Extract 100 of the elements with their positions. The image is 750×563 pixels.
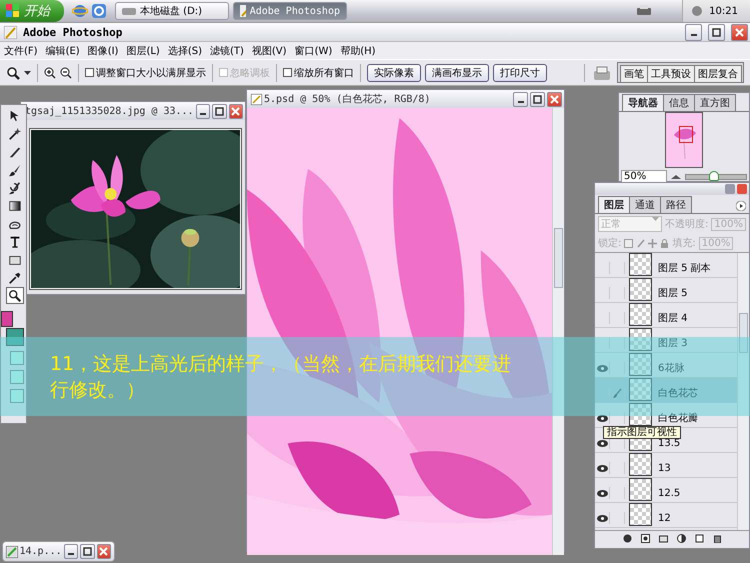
menu-item[interactable]: 图层(L) xyxy=(126,44,160,58)
brush-icon xyxy=(612,388,622,398)
layer-thumbnail xyxy=(629,503,652,526)
printer-icon[interactable] xyxy=(636,5,652,17)
slider-thumb[interactable] xyxy=(709,170,719,180)
taskbar-button[interactable]: Adobe Photoshop xyxy=(233,2,347,20)
layer-row[interactable]: 13 xyxy=(595,453,737,478)
layer-thumbnail xyxy=(629,453,652,476)
browser-icon[interactable] xyxy=(72,3,88,19)
layer-row[interactable]: 图层 4 xyxy=(595,303,737,328)
menu-item[interactable]: 帮助(H) xyxy=(340,44,376,58)
minimize-icon xyxy=(690,34,696,36)
minimize-button[interactable] xyxy=(513,92,528,106)
eye-icon[interactable] xyxy=(596,414,608,422)
eye-icon[interactable] xyxy=(596,464,608,472)
panel-menu-icon[interactable] xyxy=(736,201,746,211)
eyedropper-tool-icon xyxy=(8,270,22,284)
option-button[interactable]: 实际像素 xyxy=(367,64,421,82)
layer-name: 白色花瓣 xyxy=(658,413,698,424)
file-browser-icon[interactable] xyxy=(593,64,611,80)
adjustment-icon[interactable] xyxy=(676,534,686,542)
minimize-button[interactable] xyxy=(685,24,702,40)
menu-item[interactable]: 滤镜(T) xyxy=(210,44,244,58)
speaker-icon[interactable] xyxy=(691,5,704,17)
layer-thumbnail xyxy=(629,303,652,326)
new-layer-icon[interactable] xyxy=(694,534,704,542)
zoom-in-icon[interactable] xyxy=(44,66,56,78)
type-tool-icon xyxy=(8,234,22,248)
menu-item[interactable]: 编辑(E) xyxy=(46,44,80,58)
scrollbar[interactable] xyxy=(552,108,564,556)
restore-button[interactable] xyxy=(708,24,725,40)
layer-row[interactable]: 图层 5 副本 xyxy=(595,253,737,278)
palette-tab[interactable]: 图层复合 xyxy=(694,65,742,82)
close-button[interactable] xyxy=(731,24,748,40)
checkbox[interactable]: 缩放所有窗口 xyxy=(283,66,354,80)
drive-icon xyxy=(122,6,136,16)
menu-item[interactable]: 图像(I) xyxy=(88,44,118,58)
caption-text: 11，这是上高光后的样子，（当然，在后期我们还要进行修改。） xyxy=(50,352,512,402)
zoom-field[interactable]: 50% xyxy=(621,170,667,183)
close-button[interactable] xyxy=(96,544,112,559)
panel-tab[interactable]: 路径 xyxy=(660,196,692,213)
option-button[interactable]: 满画布显示 xyxy=(425,64,489,82)
caret-icon[interactable] xyxy=(24,70,31,74)
layer-row[interactable]: 图层 3 xyxy=(595,328,737,353)
eye-icon[interactable] xyxy=(596,440,608,446)
palette-tab[interactable]: 工具预设 xyxy=(647,65,695,82)
restore-button[interactable] xyxy=(212,104,227,118)
checkbox[interactable]: 调整窗口大小以满屏显示 xyxy=(85,66,206,80)
panel-tab[interactable]: 直方图 xyxy=(694,94,736,111)
close-button[interactable] xyxy=(547,92,562,106)
eye-icon[interactable] xyxy=(596,514,608,522)
restore-icon xyxy=(533,94,542,104)
restore-button[interactable] xyxy=(80,544,95,559)
layer-style-icon[interactable] xyxy=(622,534,632,542)
layer-name: 12 xyxy=(658,513,671,524)
gradient-tool-icon xyxy=(8,198,22,212)
lock-label: 锁定: xyxy=(598,236,622,250)
wand-tool-icon xyxy=(8,126,22,140)
menu-item[interactable]: 文件(F) xyxy=(4,44,38,58)
close-icon xyxy=(99,547,108,556)
restore-icon xyxy=(214,106,224,116)
panel-tab[interactable]: 图层 xyxy=(598,196,630,213)
window-title: 5.psd @ 50% (白色花芯, RGB/8) xyxy=(264,92,432,106)
palette-tab[interactable]: 画笔 xyxy=(620,65,648,82)
zoom-out-icon[interactable] xyxy=(671,174,681,180)
zoom-out-icon[interactable] xyxy=(60,66,72,78)
zoom-slider[interactable] xyxy=(685,174,747,180)
restore-button[interactable] xyxy=(530,92,545,106)
layer-row[interactable]: 图层 5 xyxy=(595,278,737,303)
eye-icon[interactable] xyxy=(596,490,608,496)
layer-row[interactable]: 12.5 xyxy=(595,478,737,503)
scrollbar[interactable] xyxy=(737,253,749,530)
option-button[interactable]: 打印尺寸 xyxy=(493,64,547,82)
trash-icon[interactable] xyxy=(712,534,722,542)
menu-item[interactable]: 视图(V) xyxy=(252,44,287,58)
panel-tab[interactable]: 通道 xyxy=(629,196,661,213)
layer-name: 图层 4 xyxy=(658,313,688,324)
folder-icon[interactable] xyxy=(658,534,668,542)
minimize-button[interactable] xyxy=(196,104,210,118)
window-title: Adobe Photoshop xyxy=(23,26,124,38)
background-color-swatch[interactable] xyxy=(6,328,24,346)
minimize-icon xyxy=(518,100,524,102)
panel-tab[interactable]: 信息 xyxy=(663,94,695,111)
document-icon xyxy=(251,94,262,104)
layer-name: 13.5 xyxy=(658,438,680,449)
desktop-icon[interactable] xyxy=(91,3,107,19)
panel-tab[interactable]: 导航器 xyxy=(622,94,664,111)
zoom-tool-icon[interactable] xyxy=(6,66,20,80)
minimized-window[interactable]: 14.p... xyxy=(2,541,115,562)
taskbar-button[interactable]: 本地磁盘 (D:) xyxy=(115,2,229,20)
close-button[interactable] xyxy=(228,104,243,118)
layer-row[interactable]: 12 xyxy=(595,503,737,528)
foreground-color-swatch[interactable] xyxy=(1,311,13,327)
menu-item[interactable]: 选择(S) xyxy=(168,44,202,58)
minimize-icon xyxy=(200,112,206,114)
menu-item[interactable]: 窗口(W) xyxy=(294,44,332,58)
tooltip: 指示图层可视性 xyxy=(603,426,681,439)
mask-icon[interactable] xyxy=(640,534,650,542)
minimize-button[interactable] xyxy=(64,544,78,559)
view-frame[interactable] xyxy=(679,126,693,143)
